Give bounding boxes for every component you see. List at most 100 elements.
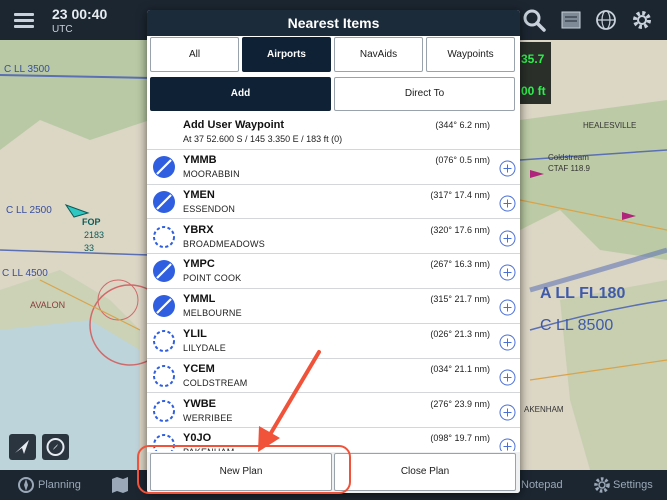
label-cll2500: C LL 2500 <box>6 205 52 216</box>
airport-row[interactable]: YMEN ESSENDON (317° 17.4 nm) <box>147 185 520 220</box>
add-circle-icon[interactable] <box>499 195 516 212</box>
airport-distance: (276° 23.9 nm) <box>430 398 490 409</box>
tab-airports[interactable]: Airports <box>242 37 331 72</box>
label-cll8500: C LL 8500 <box>540 317 613 334</box>
filter-tabs: All Airports NavAids Waypoints <box>150 37 517 73</box>
add-button[interactable]: Add <box>150 77 331 111</box>
airport-distance: (267° 16.3 nm) <box>430 259 490 270</box>
airport-name: POINT COOK <box>183 273 242 284</box>
direct-to-button[interactable]: Direct To <box>334 77 515 111</box>
label-ctaf: CTAF 118.9 <box>548 164 590 173</box>
airport-row[interactable]: YBRX BROADMEADOWS (320° 17.6 nm) <box>147 220 520 255</box>
uncontrolled-airport-icon <box>153 364 175 387</box>
add-circle-icon[interactable] <box>499 334 516 351</box>
airport-code: YLIL <box>183 328 207 340</box>
airport-distance: (076° 0.5 nm) <box>435 155 490 165</box>
airport-code: YWBE <box>183 397 216 410</box>
airport-row[interactable]: YCEM COLDSTREAM (034° 21.1 nm) <box>147 359 520 394</box>
airport-name: COLDSTREAM <box>183 377 248 388</box>
settings-gear-icon[interactable] <box>592 475 612 495</box>
tab-all[interactable]: All <box>150 37 239 72</box>
uncontrolled-airport-icon <box>153 399 175 422</box>
gear-icon[interactable] <box>630 8 654 32</box>
uncontrolled-airport-icon <box>153 330 175 352</box>
add-circle-icon[interactable] <box>499 404 516 421</box>
label-akenham: AKENHAM <box>524 405 564 414</box>
user-waypoint-title: Add User Waypoint <box>183 119 285 131</box>
nav-notepad[interactable]: Notepad <box>521 479 563 491</box>
nearest-list[interactable]: Add User Waypoint At 37 52.600 S / 145 3… <box>147 115 520 451</box>
controlled-airport-icon <box>153 156 175 178</box>
uncontrolled-airport-icon <box>153 225 175 248</box>
airport-distance: (317° 17.4 nm) <box>430 189 490 200</box>
nav-planning[interactable]: Planning <box>38 479 81 491</box>
airport-row[interactable]: YMPC POINT COOK (267° 16.3 nm) <box>147 254 520 289</box>
navigation-arrow-icon <box>15 440 29 454</box>
tab-waypoints[interactable]: Waypoints <box>426 37 515 72</box>
add-circle-icon[interactable] <box>499 438 516 451</box>
airport-distance: (034° 21.1 nm) <box>430 363 490 374</box>
airport-code: YMML <box>183 293 216 306</box>
airport-distance: (098° 19.7 nm) <box>430 433 490 444</box>
airport-code: YCEM <box>183 362 215 375</box>
compass-icon <box>46 438 65 456</box>
add-user-waypoint-row[interactable]: Add User Waypoint At 37 52.600 S / 145 3… <box>147 115 520 150</box>
close-plan-button[interactable]: Close Plan <box>334 453 516 491</box>
dialog-title: Nearest Items <box>147 10 520 36</box>
user-waypoint-coords: At 37 52.600 S / 145 3.350 E / 183 ft (0… <box>183 134 343 144</box>
clock-time: 23 00:40 <box>52 6 108 22</box>
add-circle-icon[interactable] <box>499 369 516 386</box>
maps-icon[interactable] <box>110 475 130 495</box>
airport-name: MELBOURNE <box>183 308 242 319</box>
airport-name: LILYDALE <box>183 343 226 353</box>
add-circle-icon[interactable] <box>499 160 516 177</box>
airport-code: YMPC <box>183 258 215 271</box>
user-waypoint-distance: (344° 6.2 nm) <box>435 120 490 130</box>
controlled-airport-icon <box>153 260 175 283</box>
readout-bottom: 00 ft <box>521 84 546 98</box>
tab-navaids[interactable]: NavAids <box>334 37 423 72</box>
menu-icon[interactable] <box>14 13 34 28</box>
label-cll3500: C LL 3500 <box>4 64 50 75</box>
label-fop: FOP <box>82 217 101 227</box>
planning-icon[interactable] <box>16 475 36 495</box>
airport-name: MOORABBIN <box>183 169 240 179</box>
instrument-readout: 35.7 00 ft <box>519 42 551 104</box>
airport-row[interactable]: YMMB MOORABBIN (076° 0.5 nm) <box>147 150 520 185</box>
search-icon[interactable] <box>522 8 546 32</box>
add-circle-icon[interactable] <box>499 264 516 281</box>
action-toggle: Add Direct To <box>150 77 517 112</box>
label-cll4500: C LL 4500 <box>2 268 48 279</box>
airport-code: Y0JO <box>183 432 212 445</box>
airport-name: BROADMEADOWS <box>183 238 265 249</box>
compass-button[interactable] <box>42 434 69 460</box>
label-alt1: 2183 <box>84 230 104 240</box>
track-up-button[interactable] <box>9 434 36 460</box>
globe-icon[interactable] <box>594 8 618 32</box>
clock-timezone: UTC <box>52 24 73 35</box>
airport-name: WERRIBEE <box>183 412 233 423</box>
label-alt2: 33 <box>84 243 94 253</box>
airport-code: YBRX <box>183 223 214 236</box>
controlled-airport-icon <box>153 295 175 318</box>
nearest-items-dialog: Nearest Items All Airports NavAids Waypo… <box>147 10 520 493</box>
add-circle-icon[interactable] <box>499 299 516 316</box>
layers-icon[interactable] <box>559 8 583 32</box>
label-all180: A LL FL180 <box>540 285 625 302</box>
highlight-box <box>137 445 351 494</box>
readout-top: 35.7 <box>521 52 545 66</box>
label-avalon: AVALON <box>30 300 65 310</box>
add-circle-icon[interactable] <box>499 230 516 247</box>
airport-row[interactable]: YWBE WERRIBEE (276° 23.9 nm) <box>147 394 520 429</box>
nav-settings[interactable]: Settings <box>613 479 653 491</box>
airport-row[interactable]: YMML MELBOURNE (315° 21.7 nm) <box>147 289 520 324</box>
airport-code: YMEN <box>183 188 215 201</box>
controlled-airport-icon <box>153 190 175 213</box>
airport-name: ESSENDON <box>183 203 236 214</box>
airport-code: YMMB <box>183 154 217 166</box>
label-coldstream: Coldstream <box>548 153 589 162</box>
airport-distance: (315° 21.7 nm) <box>430 294 490 305</box>
airport-row[interactable]: YLIL LILYDALE (026° 21.3 nm) <box>147 324 520 359</box>
label-healesville: HEALESVILLE <box>583 121 636 130</box>
airport-distance: (026° 21.3 nm) <box>430 329 490 339</box>
